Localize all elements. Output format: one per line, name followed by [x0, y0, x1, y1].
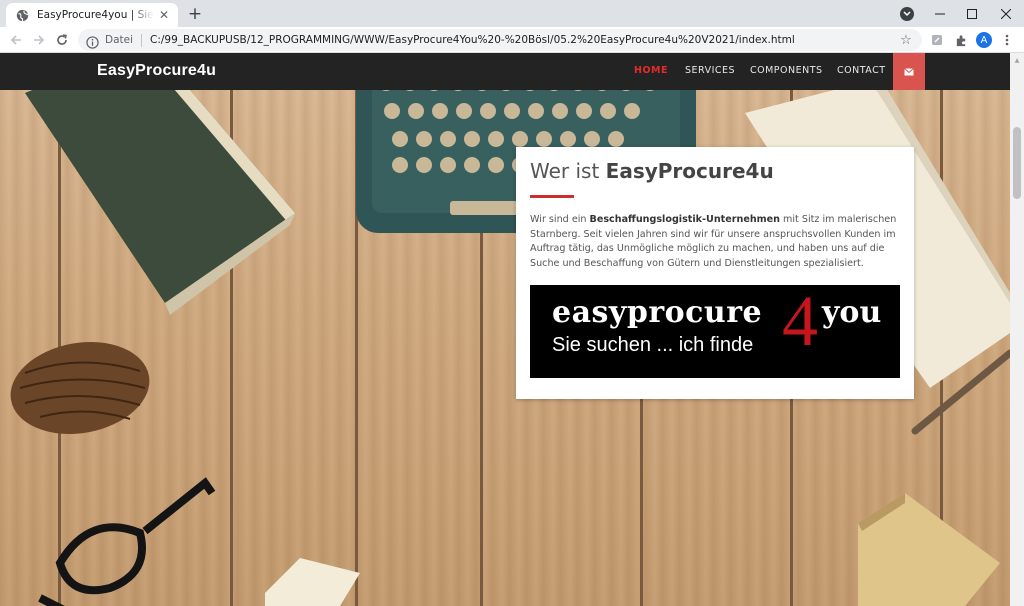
paper-image [265, 558, 360, 606]
logo-tagline: Sie suchen ... ich finde [552, 334, 754, 356]
nav-services[interactable]: SERVICES [685, 65, 735, 76]
pine-cone-image [10, 342, 150, 434]
scroll-up-icon[interactable]: ▲ [1013, 56, 1021, 64]
about-card: Wer ist EasyProcure4u Wir sind ein Besch… [516, 147, 914, 399]
kebab-menu-icon[interactable] [998, 31, 1016, 49]
card-description: Wir sind ein Beschaffungslogistik-Untern… [530, 213, 900, 271]
omnibox-separator [141, 33, 143, 47]
site-brand[interactable]: EasyProcure4u [97, 62, 216, 80]
glasses-image [38, 477, 216, 606]
minimize-icon[interactable] [922, 0, 958, 27]
browser-tabstrip: EasyProcure4you | Sie suchen-wir finden … [0, 0, 1024, 27]
site-navbar: EasyProcure4u HOME SERVICES COMPONENTS C… [0, 53, 1010, 90]
nav-contact[interactable]: CONTACT [837, 65, 886, 76]
logo-you: you [822, 295, 882, 330]
book-image [25, 53, 295, 315]
card-title: Wer ist EasyProcure4u [530, 159, 774, 183]
tab-title: EasyProcure4you | Sie suchen-wir finden [37, 9, 154, 21]
logo-four: 4 [782, 285, 818, 361]
scheme-label: Datei [105, 34, 134, 46]
globe-icon [16, 9, 29, 22]
tab-close-icon[interactable]: ✕ [156, 7, 172, 23]
browser-toolbar: Datei C:/99_BACKUPUSB/12_PROGRAMMING/WWW… [0, 27, 1024, 53]
logo-word: easyprocure [552, 295, 763, 330]
nav-home[interactable]: HOME [634, 65, 668, 76]
mail-button[interactable] [893, 53, 925, 90]
profile-avatar[interactable]: A [976, 32, 992, 48]
address-bar[interactable]: Datei C:/99_BACKUPUSB/12_PROGRAMMING/WWW… [78, 29, 922, 51]
forward-icon[interactable] [29, 30, 49, 50]
nav-components[interactable]: COMPONENTS [750, 65, 823, 76]
title-divider [530, 195, 574, 198]
info-icon[interactable] [86, 34, 99, 49]
puzzle-icon[interactable] [952, 31, 970, 49]
company-logo: 4 easyprocure you Sie suchen ... ich fin… [530, 285, 900, 378]
close-window-icon[interactable] [988, 0, 1024, 27]
card-title-light: Wer ist [530, 159, 606, 183]
bookmark-star-icon[interactable]: ☆ [898, 32, 914, 48]
card-text-bold: Beschaffungslogistik-Unternehmen [589, 214, 780, 225]
scroll-thumb[interactable] [1013, 127, 1021, 199]
extension-icon[interactable] [928, 31, 946, 49]
card-text-part1: Wir sind ein [530, 214, 590, 225]
new-tab-icon[interactable]: + [184, 4, 206, 24]
browser-tab[interactable]: EasyProcure4you | Sie suchen-wir finden … [6, 3, 178, 27]
maximize-icon[interactable] [954, 0, 990, 27]
page-scrollbar[interactable]: ▲ [1010, 53, 1024, 606]
card-title-bold: EasyProcure4u [605, 159, 774, 183]
page-viewport: EasyProcure4u HOME SERVICES COMPONENTS C… [0, 53, 1024, 606]
envelope-icon [904, 67, 914, 75]
back-icon[interactable] [6, 30, 26, 50]
reload-icon[interactable] [52, 30, 72, 50]
url-text[interactable]: C:/99_BACKUPUSB/12_PROGRAMMING/WWW/EasyP… [150, 34, 795, 46]
tab-search-icon[interactable] [900, 7, 914, 21]
color-slides-box-image [858, 493, 1000, 606]
